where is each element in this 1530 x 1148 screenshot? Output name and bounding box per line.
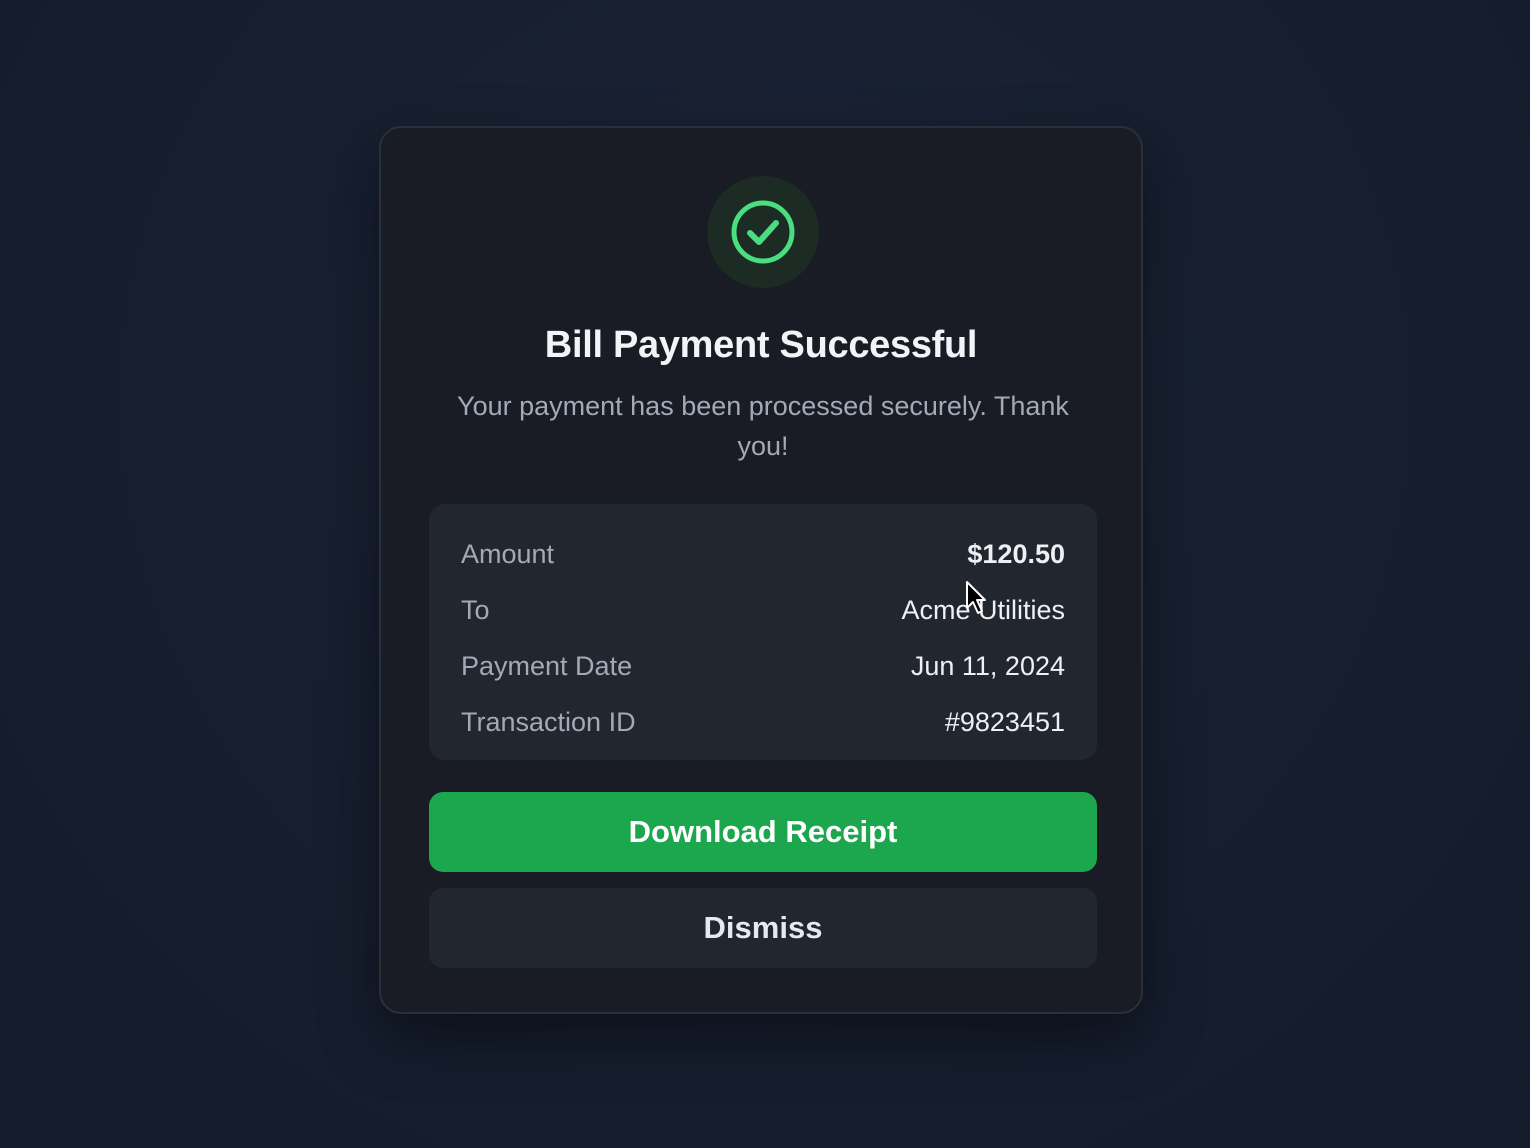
- dialog-title: Bill Payment Successful: [544, 324, 978, 366]
- detail-value-payment-date: Jun 11, 2024: [910, 650, 1065, 681]
- detail-row-payee: To Acme Utilities: [461, 582, 1065, 638]
- detail-row-payment-date: Payment Date Jun 11, 2024: [461, 638, 1065, 694]
- dialog-subtitle: Your payment has been processed securely…: [457, 391, 1069, 461]
- check-circle-icon: [731, 200, 795, 264]
- detail-value-payee: Acme Utilities: [901, 594, 1065, 625]
- detail-row-transaction-id: Transaction ID #9823451: [461, 694, 1065, 750]
- detail-value-amount: $120.50: [967, 538, 1065, 569]
- detail-label: Payment Date: [461, 650, 633, 681]
- detail-row-amount: Amount $120.50: [461, 526, 1065, 582]
- detail-label: To: [461, 594, 490, 625]
- success-icon-badge: [707, 176, 819, 288]
- download-receipt-button[interactable]: Download Receipt: [429, 792, 1097, 872]
- dismiss-button[interactable]: Dismiss: [429, 888, 1097, 968]
- detail-value-transaction-id: #9823451: [944, 706, 1065, 737]
- detail-label: Amount: [461, 538, 555, 569]
- payment-details-panel: Amount $120.50 To Acme Utilities Payment…: [429, 504, 1097, 760]
- detail-label: Transaction ID: [461, 706, 636, 737]
- payment-success-dialog: Bill Payment Successful Your payment has…: [379, 126, 1143, 1014]
